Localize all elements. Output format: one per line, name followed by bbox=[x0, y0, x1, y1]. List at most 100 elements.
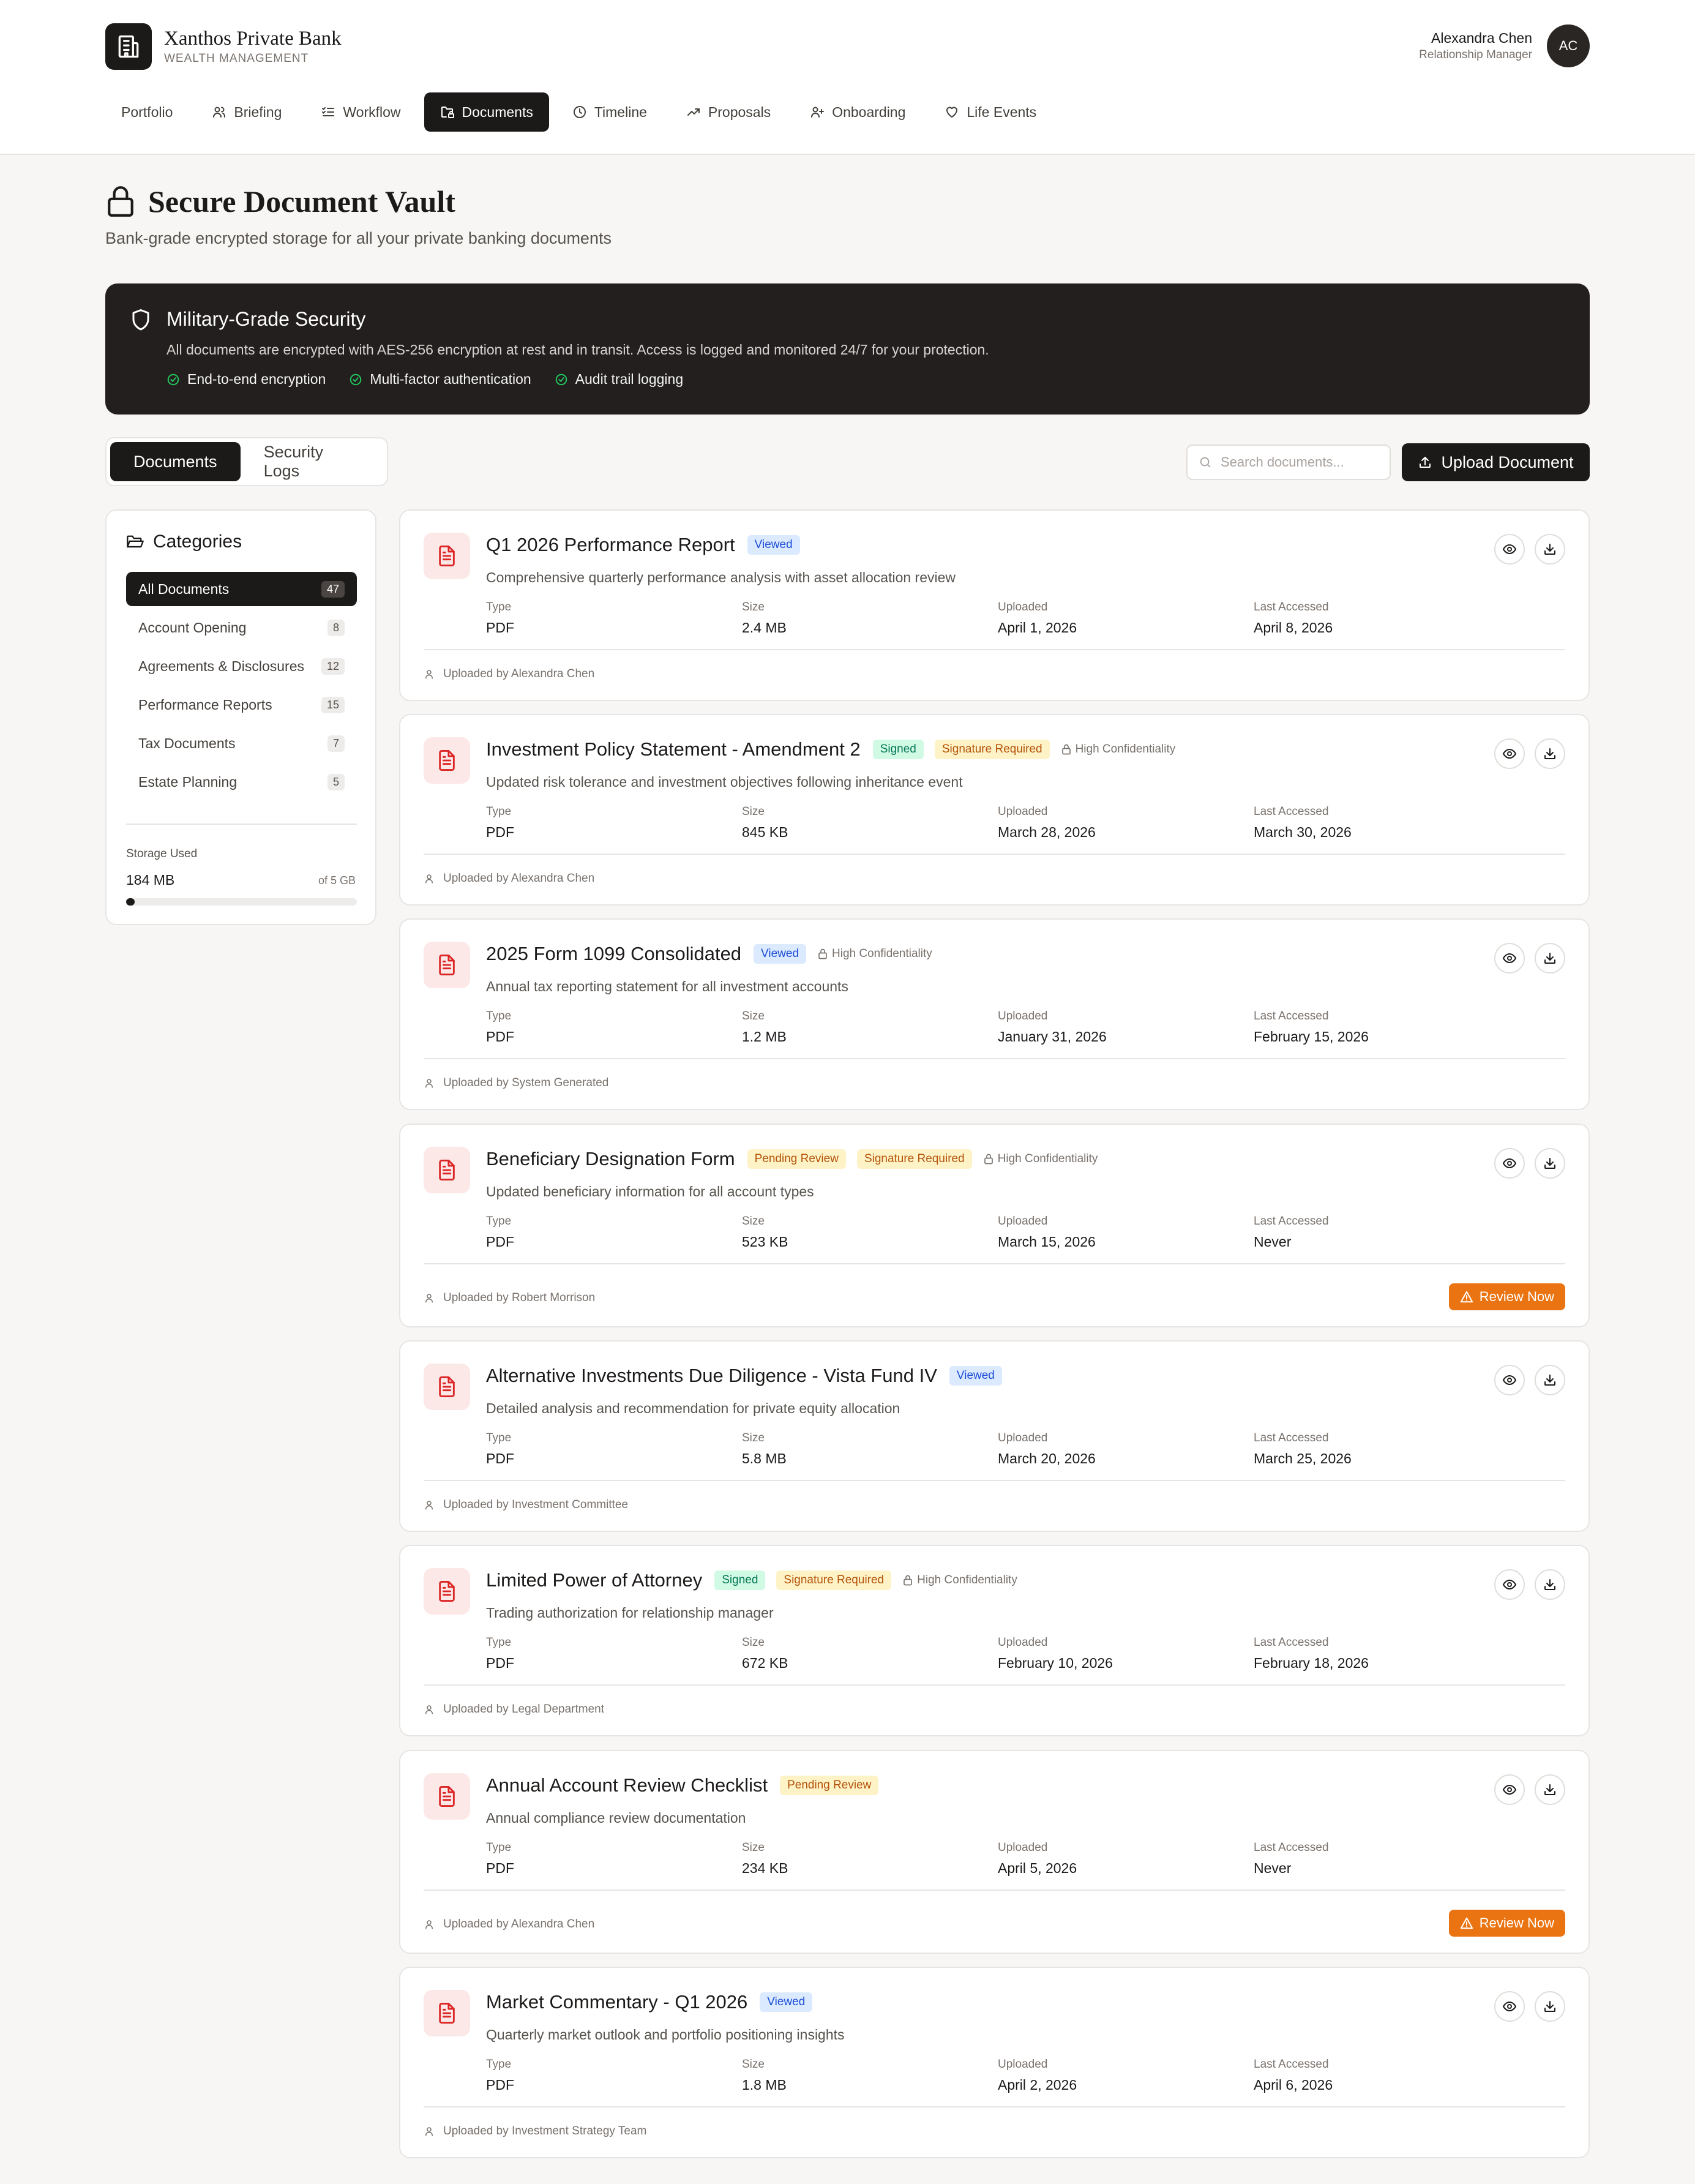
brand[interactable]: Xanthos Private Bank WEALTH MANAGEMENT bbox=[105, 23, 342, 70]
search-box[interactable] bbox=[1186, 445, 1391, 480]
trending-up-icon bbox=[686, 105, 701, 119]
search-input[interactable] bbox=[1221, 454, 1380, 470]
meta-type: Type PDF bbox=[486, 1009, 514, 1047]
document-card[interactable]: Market Commentary - Q1 2026 Viewed Quarter… bbox=[399, 1967, 1590, 2158]
meta-label: Type bbox=[486, 1636, 512, 1649]
banner-features: End-to-end encryption Multi-factor authen… bbox=[167, 371, 706, 388]
status-badge: Pending Review bbox=[780, 1776, 879, 1795]
document-card[interactable]: Limited Power of Attorney Signed Signature… bbox=[399, 1545, 1590, 1736]
document-title[interactable]: Beneficiary Designation Form bbox=[486, 1148, 735, 1170]
shield-icon bbox=[130, 308, 152, 332]
category-item[interactable]: Tax Documents 7 bbox=[126, 726, 357, 760]
view-button[interactable] bbox=[1494, 1148, 1525, 1179]
document-title[interactable]: Investment Policy Statement - Amendment … bbox=[486, 738, 861, 760]
security-feature: Multi-factor authentication bbox=[349, 371, 531, 388]
meta-label: Size bbox=[742, 601, 765, 614]
download-button[interactable] bbox=[1535, 1991, 1565, 2022]
document-description: Comprehensive quarterly performance anal… bbox=[486, 569, 956, 585]
category-item[interactable]: Account Opening 8 bbox=[126, 610, 357, 645]
nav-item-documents[interactable]: Documents bbox=[424, 92, 549, 132]
view-button[interactable] bbox=[1494, 1774, 1525, 1805]
eye-icon bbox=[1502, 1373, 1517, 1387]
status-badge: Signature Required bbox=[856, 1149, 972, 1169]
page-title: Secure Document Vault bbox=[148, 184, 455, 219]
nav-label: Life Events bbox=[967, 103, 1037, 120]
document-title[interactable]: 2025 Form 1099 Consolidated bbox=[486, 943, 741, 965]
category-item[interactable]: Performance Reports 15 bbox=[126, 688, 357, 722]
document-title[interactable]: Alternative Investments Due Diligence - … bbox=[486, 1365, 937, 1387]
tab-security-logs[interactable]: Security Logs bbox=[241, 442, 383, 481]
file-text-icon bbox=[424, 1364, 470, 1410]
download-button[interactable] bbox=[1535, 1774, 1565, 1805]
users-icon bbox=[212, 105, 226, 119]
document-card[interactable]: Annual Account Review Checklist Pending R… bbox=[399, 1750, 1590, 1954]
avatar[interactable]: AC bbox=[1547, 24, 1590, 67]
download-button[interactable] bbox=[1535, 738, 1565, 769]
meta-label: Last Accessed bbox=[1254, 1636, 1329, 1649]
download-button[interactable] bbox=[1535, 1365, 1565, 1395]
meta-value: February 18, 2026 bbox=[1254, 1655, 1369, 1671]
download-button[interactable] bbox=[1535, 943, 1565, 974]
document-card[interactable]: Q1 2026 Performance Report Viewed Comprehe… bbox=[399, 509, 1590, 701]
meta-type: Type PDF bbox=[486, 2057, 514, 2095]
heart-icon bbox=[945, 105, 959, 119]
category-item[interactable]: Agreements & Disclosures 12 bbox=[126, 649, 357, 683]
review-now-button[interactable]: Review Now bbox=[1448, 1910, 1565, 1937]
small-lock-icon bbox=[817, 948, 828, 960]
nav-item-proposals[interactable]: Proposals bbox=[670, 92, 787, 132]
nav-item-life-events[interactable]: Life Events bbox=[929, 92, 1052, 132]
category-count: 12 bbox=[321, 658, 345, 675]
confidentiality-label: High Confidentiality bbox=[917, 1574, 1017, 1586]
page-subtitle: Bank-grade encrypted storage for all you… bbox=[105, 229, 612, 247]
user-icon bbox=[424, 2126, 435, 2137]
view-button[interactable] bbox=[1494, 1365, 1525, 1395]
download-button[interactable] bbox=[1535, 1569, 1565, 1600]
download-button[interactable] bbox=[1535, 534, 1565, 565]
divider bbox=[424, 2106, 1565, 2107]
meta-label: Type bbox=[486, 1841, 512, 1854]
upload-document-button[interactable]: Upload Document bbox=[1402, 443, 1590, 481]
review-now-button[interactable]: Review Now bbox=[1448, 1283, 1565, 1310]
document-actions bbox=[1484, 1569, 1565, 1600]
document-card[interactable]: Alternative Investments Due Diligence - … bbox=[399, 1340, 1590, 1532]
tab-documents[interactable]: Documents bbox=[110, 442, 241, 481]
uploaded-by: Uploaded by Alexandra Chen bbox=[424, 667, 594, 681]
document-title[interactable]: Annual Account Review Checklist bbox=[486, 1774, 768, 1796]
document-description: Annual tax reporting statement for all i… bbox=[486, 978, 848, 994]
nav-item-workflow[interactable]: Workflow bbox=[305, 92, 416, 132]
check-circle-icon bbox=[167, 373, 180, 386]
download-button[interactable] bbox=[1535, 1148, 1565, 1179]
nav-item-briefing[interactable]: Briefing bbox=[196, 92, 297, 132]
meta-label: Type bbox=[486, 2058, 512, 2071]
document-card[interactable]: Investment Policy Statement - Amendment … bbox=[399, 714, 1590, 906]
user-profile[interactable]: Alexandra Chen Relationship Manager AC bbox=[1419, 24, 1590, 67]
document-title[interactable]: Limited Power of Attorney bbox=[486, 1569, 702, 1591]
meta-last-accessed: Last Accessed February 18, 2026 bbox=[1254, 1635, 1369, 1673]
meta-value: PDF bbox=[486, 824, 514, 840]
meta-size: Size 5.8 MB bbox=[742, 1431, 787, 1469]
document-title-row: Alternative Investments Due Diligence - … bbox=[486, 1365, 1013, 1387]
meta-label: Type bbox=[486, 1215, 512, 1228]
category-item[interactable]: Estate Planning 5 bbox=[126, 765, 357, 799]
document-title[interactable]: Q1 2026 Performance Report bbox=[486, 534, 735, 556]
view-button[interactable] bbox=[1494, 534, 1525, 565]
view-button[interactable] bbox=[1494, 1991, 1525, 2022]
page-title-row: Secure Document Vault bbox=[105, 184, 455, 219]
category-item[interactable]: All Documents 47 bbox=[126, 572, 357, 606]
document-actions bbox=[1484, 1774, 1565, 1805]
categories-title: Categories bbox=[153, 531, 242, 552]
meta-value: PDF bbox=[486, 1860, 514, 1876]
view-button[interactable] bbox=[1494, 943, 1525, 974]
document-title[interactable]: Market Commentary - Q1 2026 bbox=[486, 1991, 747, 2013]
nav-item-onboarding[interactable]: Onboarding bbox=[794, 92, 921, 132]
upload-icon bbox=[1418, 455, 1432, 470]
nav-item-timeline[interactable]: Timeline bbox=[556, 92, 663, 132]
view-button[interactable] bbox=[1494, 1569, 1525, 1600]
file-text-icon bbox=[424, 1990, 470, 2036]
banner-text: All documents are encrypted with AES-256… bbox=[167, 342, 989, 358]
nav-item-portfolio[interactable]: Portfolio bbox=[105, 92, 189, 132]
app-header: Xanthos Private Bank WEALTH MANAGEMENT A… bbox=[0, 0, 1695, 155]
document-card[interactable]: 2025 Form 1099 Consolidated Viewed High Co… bbox=[399, 918, 1590, 1110]
view-button[interactable] bbox=[1494, 738, 1525, 769]
document-card[interactable]: Beneficiary Designation Form Pending Revi… bbox=[399, 1124, 1590, 1327]
